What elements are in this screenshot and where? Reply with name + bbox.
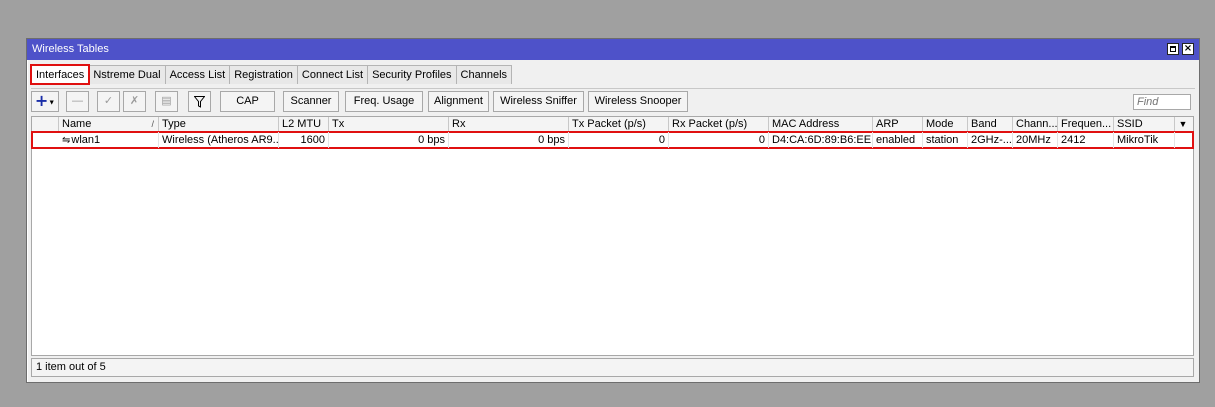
filter-icon [193,96,206,108]
remove-icon: — [72,95,83,107]
disable-icon: ✗ [129,95,140,107]
cell-ssid: MikroTik [1114,132,1175,148]
remove-button[interactable]: — [66,91,89,112]
tab-access-list[interactable]: Access List [164,65,231,84]
cell-rx-packet: 0 [669,132,769,148]
column-header-rx-packet[interactable]: Rx Packet (p/s) [669,117,769,131]
column-header-label: Name [62,118,92,130]
close-icon[interactable]: × [1182,43,1194,55]
column-header-l2mtu[interactable]: L2 MTU [279,117,329,131]
cell-l2mtu: 1600 [279,132,329,148]
enable-icon: ✓ [103,95,114,107]
tab-security-profiles[interactable]: Security Profiles [367,65,457,84]
add-icon: + [34,91,49,110]
tab-bar: Interfaces Nstreme Dual Access List Regi… [29,64,513,85]
column-header-arp[interactable]: ARP [873,117,923,131]
column-header-name[interactable]: Name / [59,117,159,131]
add-button[interactable]: +▼ [31,91,59,112]
chevron-down-icon: ▼ [48,99,56,107]
window-title: Wireless Tables [32,43,109,55]
cell-rx: 0 bps [449,132,569,148]
cell-channel-width: 20MHz [1013,132,1058,148]
cell-name-text: wlan1 [71,134,101,146]
wireless-tables-window: Wireless Tables × Interfaces Nstreme Dua… [26,38,1200,383]
table-header: Name / Type L2 MTU Tx Rx Tx Packet (p/s) … [32,117,1193,132]
toolbar: +▼ — ✓ ✗ ▤ CAP Scanner Freq. Usage Align… [31,88,1195,115]
freq-usage-button[interactable]: Freq. Usage [345,91,423,112]
disable-button[interactable]: ✗ [123,91,146,112]
cap-button[interactable]: CAP [220,91,275,112]
alignment-button[interactable]: Alignment [428,91,489,112]
enable-button[interactable]: ✓ [97,91,120,112]
cell-type: Wireless (Atheros AR9... [159,132,279,148]
column-menu-icon[interactable]: ▼ [1175,117,1191,131]
cell-tx: 0 bps [329,132,449,148]
cell-tx-packet: 0 [569,132,669,148]
tab-registration[interactable]: Registration [229,65,298,84]
cell-frequency: 2412 [1058,132,1114,148]
cell-arp: enabled [873,132,923,148]
wireless-sniffer-button[interactable]: Wireless Sniffer [493,91,584,112]
cell-name: ⇋wlan1 [59,132,159,148]
wireless-snooper-button[interactable]: Wireless Snooper [588,91,688,112]
column-header-mode[interactable]: Mode [923,117,968,131]
tab-interfaces[interactable]: Interfaces [29,64,91,85]
comment-button[interactable]: ▤ [155,91,178,112]
window-titlebar[interactable]: Wireless Tables × [27,39,1199,60]
find-input[interactable] [1133,94,1191,110]
status-bar: 1 item out of 5 [31,358,1194,377]
interfaces-table: Name / Type L2 MTU Tx Rx Tx Packet (p/s) … [31,116,1194,356]
column-header-band[interactable]: Band [968,117,1013,131]
column-header-tx-packet[interactable]: Tx Packet (p/s) [569,117,669,131]
cell-mac-address: D4:CA:6D:89:B6:EE [769,132,873,148]
tab-channels[interactable]: Channels [455,65,513,84]
sort-icon: / [151,119,154,129]
column-header-frequency[interactable]: Frequen... [1058,117,1114,131]
column-header-blank[interactable] [32,117,59,131]
comment-icon: ▤ [161,95,172,107]
cell-band: 2GHz-... [968,132,1013,148]
column-header-tx[interactable]: Tx [329,117,449,131]
column-header-type[interactable]: Type [159,117,279,131]
tab-connect-list[interactable]: Connect List [296,65,369,84]
filter-button[interactable] [188,91,211,112]
tab-nstreme-dual[interactable]: Nstreme Dual [88,65,166,84]
column-header-rx[interactable]: Rx [449,117,569,131]
column-header-mac-address[interactable]: MAC Address [769,117,873,131]
column-header-ssid[interactable]: SSID [1114,117,1175,131]
column-header-channel-width[interactable]: Chann... [1013,117,1058,131]
wireless-interface-icon: ⇋ [62,135,71,146]
maximize-icon[interactable] [1167,43,1179,55]
scanner-button[interactable]: Scanner [283,91,339,112]
cell-mode: station [923,132,968,148]
table-row[interactable]: ⇋wlan1 Wireless (Atheros AR9... 1600 0 b… [31,131,1194,149]
